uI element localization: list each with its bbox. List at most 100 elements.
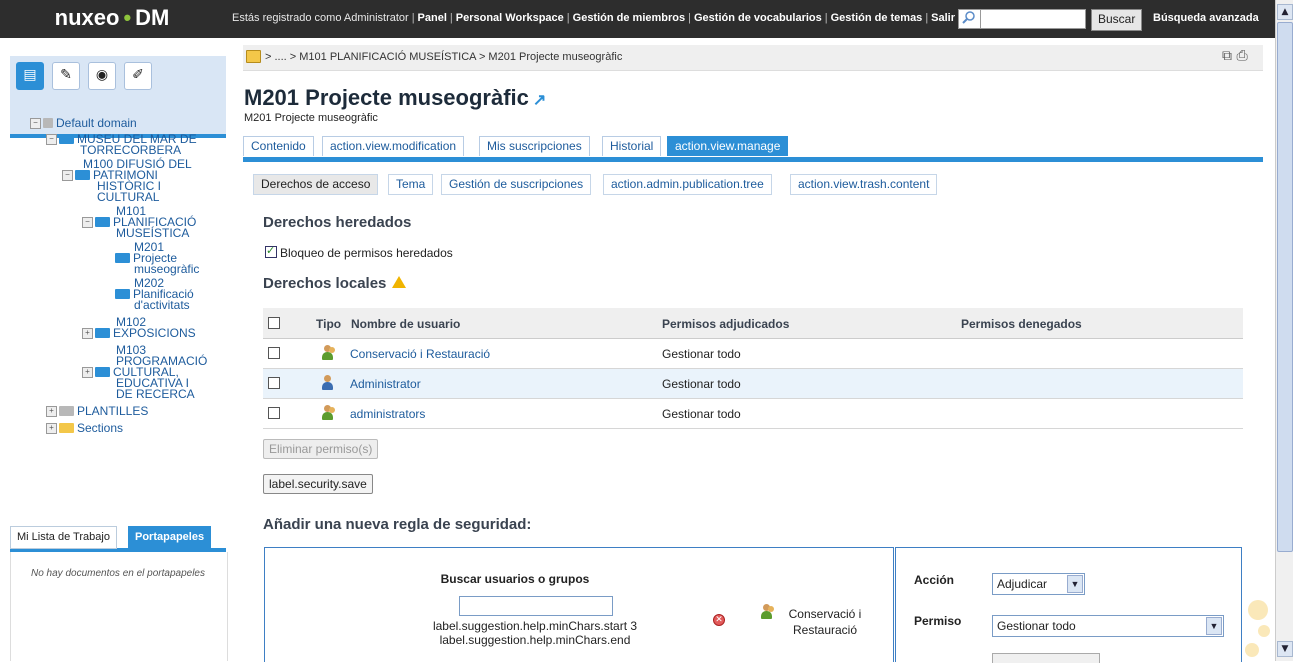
decoration — [1245, 643, 1259, 657]
chevron-down-icon: ▼ — [1067, 575, 1083, 593]
add-permission-button[interactable] — [992, 653, 1100, 663]
row-username-link[interactable]: Conservació i Restauració — [350, 347, 490, 361]
logo-dot: • — [123, 5, 132, 30]
page-title-text: M201 Projecte museogràfic — [244, 85, 529, 110]
row-checkbox[interactable] — [268, 377, 280, 389]
tree-node-m102[interactable]: + EXPOSICIONS — [82, 327, 196, 339]
remove-selection-icon[interactable]: ✕ — [713, 614, 725, 626]
action-select[interactable]: Adjudicar ▼ — [992, 573, 1085, 595]
tree-node-label[interactable]: museogràfic — [134, 263, 199, 275]
local-rights-heading: Derechos locales — [263, 275, 407, 292]
inherited-rights-heading: Derechos heredados — [263, 214, 412, 231]
page-actions: ⧉ ⎙ — [1222, 48, 1248, 64]
search-input[interactable] — [980, 9, 1086, 29]
tree-node-sections[interactable]: + Sections — [46, 422, 123, 434]
globe-tab-icon[interactable]: ◉ — [88, 62, 116, 90]
block-inherited-label: Bloqueo de permisos heredados — [280, 246, 453, 260]
breadcrumb: > .... > M101 PLANIFICACIÓ MUSEÍSTICA > … — [243, 45, 1263, 71]
folder-up-icon[interactable] — [246, 50, 261, 63]
select-all-checkbox[interactable] — [268, 317, 280, 329]
row-username-link[interactable]: Administrator — [350, 377, 421, 391]
nav-link-personal-workspace[interactable]: Personal Workspace — [456, 12, 564, 24]
logo-left: nuxeo — [54, 5, 120, 30]
tab-content[interactable]: Contenido — [243, 136, 314, 156]
nav-link-panel[interactable]: Panel — [418, 12, 447, 24]
top-bar: nuxeo • DM Estás registrado como Administr… — [0, 0, 1275, 38]
copy-icon[interactable]: ⧉ — [1222, 48, 1232, 64]
page-subtitle: M201 Projecte museogràfic — [244, 112, 378, 124]
logo-right: DM — [135, 5, 170, 30]
main-tabs: Contenido action.view.modification Mis s… — [243, 135, 1263, 162]
block-inherited-checkbox[interactable] — [265, 244, 277, 258]
row-granted: Gestionar todo — [662, 377, 741, 391]
tab-subscriptions[interactable]: Mis suscripciones — [479, 136, 590, 156]
tree-node-plantilles[interactable]: + PLANTILLES — [46, 405, 148, 417]
row-checkbox[interactable] — [268, 347, 280, 359]
column-header-granted: Permisos adjudicados — [662, 317, 790, 331]
permission-select[interactable]: Gestionar todo ▼ — [992, 615, 1224, 637]
logo[interactable]: nuxeo • DM — [0, 0, 224, 38]
scroll-up-arrow-icon[interactable]: ▲ — [1277, 4, 1293, 20]
row-checkbox[interactable] — [268, 407, 280, 419]
subtab-publication-tree[interactable]: action.admin.publication.tree — [603, 174, 772, 195]
permission-label: Permiso — [914, 614, 962, 628]
user-search-input[interactable] — [459, 596, 613, 616]
tree-node-label[interactable]: d'activitats — [134, 299, 190, 311]
subtab-trash-content[interactable]: action.view.trash.content — [790, 174, 938, 195]
table-row: Conservació i Restauració Gestionar todo — [263, 339, 1243, 369]
remove-permissions-button[interactable]: Eliminar permiso(s) — [263, 439, 379, 459]
chevron-down-icon: ▼ — [1206, 617, 1222, 635]
tab-history[interactable]: Historial — [602, 136, 662, 156]
sidebar: ▤ ✎ ◉ ✐ − Default domain − MUSEU DEL MAR D… — [0, 38, 232, 661]
breadcrumb-path[interactable]: > .... > M101 PLANIFICACIÓ MUSEÍSTICA > … — [265, 51, 622, 63]
tab-manage[interactable]: action.view.manage — [667, 136, 789, 156]
table-row: Administrator Gestionar todo — [263, 369, 1243, 399]
tab-clipboard[interactable]: Portapapeles — [128, 526, 212, 549]
tab-worklist[interactable]: Mi Lista de Trabajo — [10, 526, 117, 549]
tree-node-default-domain[interactable]: − Default domain — [30, 117, 137, 129]
scroll-down-arrow-icon[interactable]: ▼ — [1277, 641, 1293, 657]
advanced-search-link[interactable]: Búsqueda avanzada — [1153, 12, 1259, 24]
print-icon[interactable]: ⎙ — [1236, 48, 1247, 64]
group-icon — [320, 405, 336, 421]
clipboard-empty-text: No hay documentos en el portapapeles — [30, 568, 205, 579]
local-rights-heading-text: Derechos locales — [263, 275, 387, 292]
nav-link-themes[interactable]: Gestión de temas — [831, 12, 923, 24]
table-header: Tipo Nombre de usuario Permisos adjudica… — [263, 308, 1243, 339]
rule-options-panel: Acción Adjudicar ▼ Permiso Gestionar tod… — [895, 547, 1242, 663]
column-header-type: Tipo — [316, 317, 342, 331]
selected-user: Conservació i Restauració — [770, 606, 880, 638]
scrollbar[interactable]: ▲ ▼ — [1275, 0, 1293, 661]
subtab-subscriptions-management[interactable]: Gestión de suscripciones — [441, 174, 592, 195]
search-icon — [958, 9, 982, 29]
table-row: administrators Gestionar todo — [263, 399, 1243, 429]
action-label: Acción — [914, 573, 955, 587]
group-icon — [320, 345, 336, 361]
column-header-denied: Permisos denegados — [961, 317, 1082, 331]
min-chars-hint-end: label.suggestion.help.minChars.end — [439, 633, 631, 647]
search-button[interactable]: Buscar — [1091, 9, 1143, 31]
row-username-link[interactable]: administrators — [350, 407, 425, 421]
subtab-theme[interactable]: Tema — [388, 174, 434, 195]
nav-link-vocabularies[interactable]: Gestión de vocabularios — [694, 12, 822, 24]
tree-node-label[interactable]: DE RECERCA — [116, 388, 195, 400]
navigation-tab-icon[interactable]: ▤ — [16, 62, 44, 90]
nav-link-members[interactable]: Gestión de miembros — [573, 12, 685, 24]
edit-tab-icon[interactable]: ✐ — [124, 62, 152, 90]
decoration — [1258, 625, 1270, 637]
min-chars-hint-start: label.suggestion.help.minChars.start 3 — [432, 619, 638, 633]
tree-node-label[interactable]: MUSEÍSTICA — [116, 227, 189, 239]
tree-node-label[interactable]: TORRECORBERA — [80, 144, 181, 156]
tab-modification[interactable]: action.view.modification — [322, 136, 465, 156]
column-header-username: Nombre de usuario — [351, 317, 461, 331]
top-nav: Estás registrado como Administrator | Pane… — [232, 12, 956, 24]
action-select-value: Adjudicar — [997, 577, 1048, 591]
tree-node-label[interactable]: CULTURAL — [97, 191, 159, 203]
scroll-thumb[interactable] — [1277, 22, 1293, 552]
tags-tab-icon[interactable]: ✎ — [52, 62, 80, 90]
subtab-access-rights[interactable]: Derechos de acceso — [253, 174, 379, 195]
row-granted: Gestionar todo — [662, 347, 741, 361]
save-security-button[interactable]: label.security.save — [263, 474, 373, 494]
edit-title-icon[interactable]: ↗ — [533, 92, 546, 109]
nav-link-logout[interactable]: Salir — [931, 12, 955, 24]
